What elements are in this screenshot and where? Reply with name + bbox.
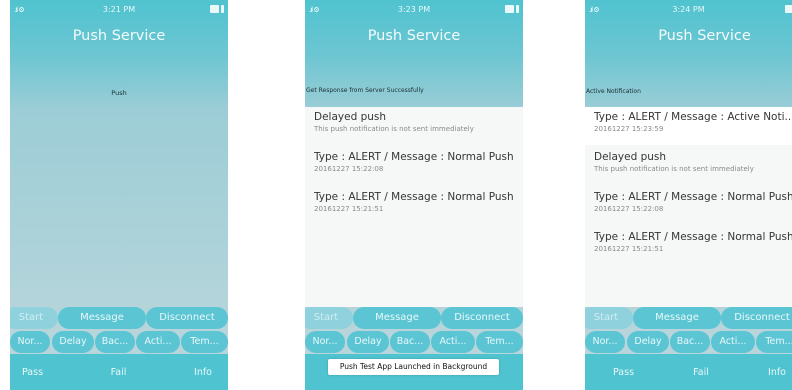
page-title: Push Service bbox=[658, 28, 751, 44]
notification-list: Delayed push This push notification is n… bbox=[305, 107, 523, 307]
list-item[interactable]: Type : ALERT / Message : Active Noti... … bbox=[594, 111, 792, 151]
template-button[interactable]: Tem... bbox=[181, 331, 228, 353]
template-button[interactable]: Tem... bbox=[756, 331, 792, 353]
delay-button[interactable]: Delay bbox=[347, 331, 389, 353]
bottom-bar: Pass Fail Info bbox=[585, 354, 792, 390]
start-button[interactable]: Start bbox=[585, 307, 633, 329]
active-button[interactable]: Acti... bbox=[711, 331, 755, 353]
button-row-2: Nor... Delay Bac... Acti... Tem... bbox=[585, 331, 792, 353]
fail-button[interactable]: Fail bbox=[693, 367, 709, 378]
normal-push-button[interactable]: Nor... bbox=[305, 331, 345, 353]
status-bar: .ıl ⚙ 3:23 PM bbox=[305, 0, 523, 22]
notification-icon bbox=[785, 5, 792, 13]
item-subtitle: 20161227 15:21:51 bbox=[594, 245, 664, 253]
battery-icon bbox=[221, 5, 224, 13]
status-icons bbox=[505, 5, 519, 13]
item-subtitle: This push notification is not sent immed… bbox=[314, 125, 474, 133]
button-row-1: Start Message Disconnect bbox=[305, 307, 523, 329]
message-label: Active Notification bbox=[586, 88, 641, 95]
list-item[interactable]: Delayed push This push notification is n… bbox=[314, 111, 519, 151]
phone-screen-2: .ıl ⚙ 3:23 PM Push Service Get Response … bbox=[305, 0, 523, 390]
toast-message: Push Test App Launched in Background bbox=[328, 359, 499, 375]
delay-button[interactable]: Delay bbox=[627, 331, 669, 353]
item-subtitle: 20161227 15:22:08 bbox=[314, 165, 384, 173]
button-row-1: Start Message Disconnect bbox=[585, 307, 792, 329]
item-title: Delayed push bbox=[594, 151, 667, 163]
list-item[interactable]: Type : ALERT / Message : Normal Push 201… bbox=[314, 151, 519, 191]
message-label: Get Response from Server Successfully bbox=[306, 87, 424, 94]
status-icons bbox=[785, 5, 792, 13]
notification-icon bbox=[210, 5, 219, 13]
item-subtitle: 20161227 15:23:59 bbox=[594, 125, 664, 133]
status-time: 3:21 PM bbox=[102, 5, 136, 14]
status-icons bbox=[210, 5, 224, 13]
item-subtitle: This push notification is not sent immed… bbox=[594, 165, 754, 173]
disconnect-button[interactable]: Disconnect bbox=[441, 307, 523, 329]
active-button[interactable]: Acti... bbox=[431, 331, 475, 353]
item-title: Type : ALERT / Message : Normal Push bbox=[314, 191, 514, 203]
list-item[interactable]: Type : ALERT / Message : Normal Push 201… bbox=[314, 191, 519, 231]
start-button[interactable]: Start bbox=[305, 307, 353, 329]
fail-button[interactable]: Fail bbox=[111, 367, 127, 378]
phone-screen-3: .ıl ⚙ 3:24 PM Push Service Active Notifi… bbox=[585, 0, 792, 390]
item-title: Delayed push bbox=[314, 111, 387, 123]
info-button[interactable]: Info bbox=[768, 367, 786, 378]
page-title: Push Service bbox=[72, 28, 166, 44]
background-button[interactable]: Bac... bbox=[390, 331, 430, 353]
message-button[interactable]: Message bbox=[353, 307, 441, 329]
phone-screen-1: .ıl ⚙ 3:21 PM Push Service Push Start Me… bbox=[10, 0, 228, 390]
info-button[interactable]: Info bbox=[194, 367, 212, 378]
button-row-2: Nor... Delay Bac... Acti... Tem... bbox=[10, 331, 228, 353]
disconnect-button[interactable]: Disconnect bbox=[721, 307, 792, 329]
list-item[interactable]: Delayed push This push notification is n… bbox=[594, 151, 792, 191]
status-bar: .ıl ⚙ 3:21 PM bbox=[10, 0, 228, 22]
battery-icon bbox=[516, 5, 519, 13]
status-time: 3:23 PM bbox=[397, 5, 431, 14]
pass-button[interactable]: Pass bbox=[22, 367, 43, 378]
button-row-1: Start Message Disconnect bbox=[10, 307, 228, 329]
message-button[interactable]: Message bbox=[633, 307, 721, 329]
notification-list: Type : ALERT / Message : Active Noti... … bbox=[585, 107, 792, 307]
message-label: Push bbox=[111, 89, 127, 97]
disconnect-button[interactable]: Disconnect bbox=[146, 307, 228, 329]
active-button[interactable]: Acti... bbox=[136, 331, 180, 353]
bottom-bar: Pass Fail Info bbox=[10, 354, 228, 390]
normal-push-button[interactable]: Nor... bbox=[10, 331, 50, 353]
notification-icon bbox=[505, 5, 514, 13]
status-bar: .ıl ⚙ 3:24 PM bbox=[585, 0, 792, 22]
message-button[interactable]: Message bbox=[58, 307, 146, 329]
background-button[interactable]: Bac... bbox=[95, 331, 135, 353]
item-subtitle: 20161227 15:22:08 bbox=[594, 205, 664, 213]
button-row-2: Nor... Delay Bac... Acti... Tem... bbox=[305, 331, 523, 353]
background-button[interactable]: Bac... bbox=[670, 331, 710, 353]
page-title: Push Service bbox=[367, 28, 461, 44]
pass-button[interactable]: Pass bbox=[613, 367, 634, 378]
item-title: Type : ALERT / Message : Normal Push bbox=[314, 151, 514, 163]
normal-push-button[interactable]: Nor... bbox=[585, 331, 625, 353]
delay-button[interactable]: Delay bbox=[52, 331, 94, 353]
list-item[interactable]: Type : ALERT / Message : Normal Push 201… bbox=[594, 191, 792, 231]
item-title: Type : ALERT / Message : Normal Push bbox=[594, 191, 792, 203]
template-button[interactable]: Tem... bbox=[476, 331, 523, 353]
list-item[interactable]: Type : ALERT / Message : Normal Push 201… bbox=[594, 231, 792, 271]
start-button[interactable]: Start bbox=[10, 307, 58, 329]
item-title: Type : ALERT / Message : Active Noti... bbox=[594, 111, 792, 123]
item-title: Type : ALERT / Message : Normal Push bbox=[594, 231, 792, 243]
item-subtitle: 20161227 15:21:51 bbox=[314, 205, 384, 213]
status-time: 3:24 PM bbox=[672, 5, 705, 14]
